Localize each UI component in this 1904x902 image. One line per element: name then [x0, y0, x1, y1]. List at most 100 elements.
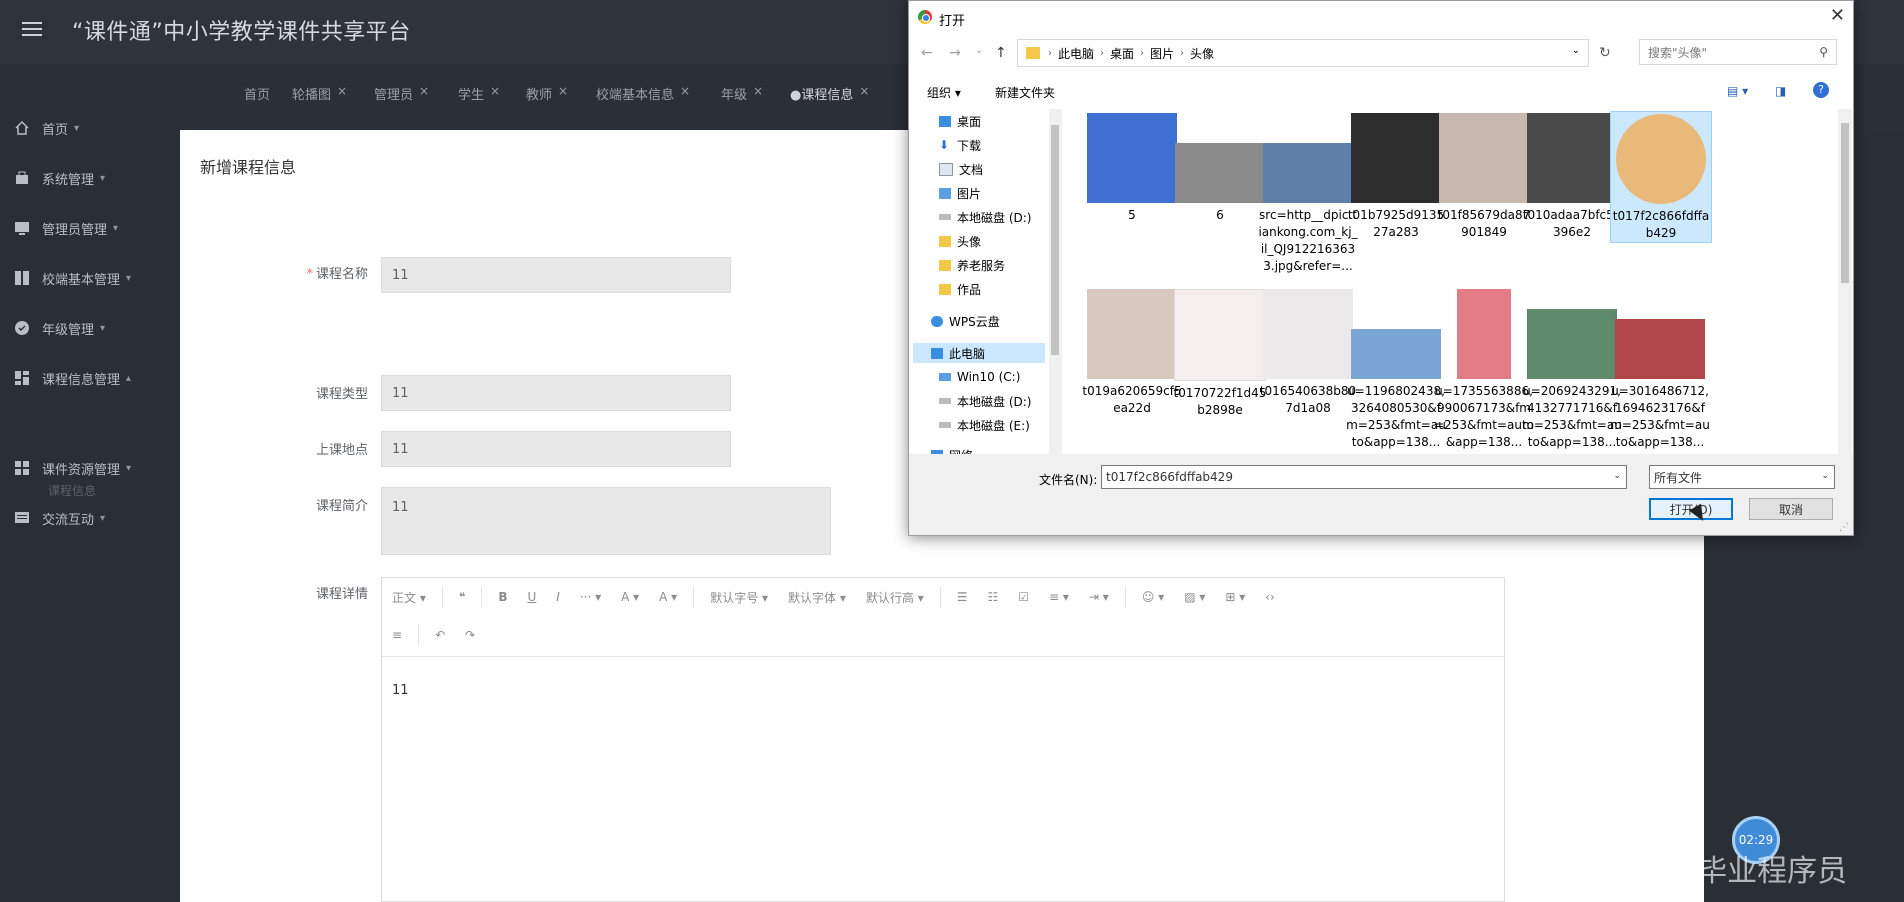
paragraph-style-select[interactable]: 正文 ▾	[392, 589, 426, 606]
back-icon[interactable]: ←	[921, 45, 933, 61]
file-item[interactable]: t010adaa7bfc5e396e2	[1522, 113, 1622, 241]
tree-item-desktop[interactable]: 桌面📌	[939, 111, 1061, 131]
new-folder-button[interactable]: 新建文件夹	[995, 84, 1055, 101]
close-icon[interactable]: ×	[558, 84, 568, 98]
tab-course-info[interactable]: ●课程信息 ×	[790, 84, 869, 103]
editor-content[interactable]: 11	[392, 683, 409, 698]
file-item[interactable]: t016540638b807d1a08	[1258, 289, 1358, 417]
location-input[interactable]: 11	[381, 431, 731, 467]
file-item[interactable]: 5	[1082, 113, 1182, 224]
file-item[interactable]: u=2069243291,4132771716&fm=253&fmt=auto&…	[1522, 289, 1622, 451]
tab-students[interactable]: 学生 ×	[458, 84, 500, 103]
tree-item-elderly[interactable]: 养老服务	[939, 255, 1061, 275]
tree-item-documents[interactable]: 文档	[939, 159, 1061, 179]
tree-item-works[interactable]: 作品	[939, 279, 1061, 299]
breadcrumb-desktop[interactable]: 桌面	[1110, 45, 1134, 62]
intro-textarea[interactable]: 11	[381, 487, 831, 555]
resize-grip-icon[interactable]: ⋰	[1839, 522, 1849, 533]
filename-input[interactable]: t017f2c866fdffab429 ⌄	[1101, 465, 1627, 489]
close-icon[interactable]: ×	[337, 84, 347, 98]
todo-icon[interactable]: ☑	[1018, 590, 1029, 604]
help-icon[interactable]: ?	[1813, 82, 1829, 98]
italic-icon[interactable]: I	[556, 590, 560, 604]
view-mode-icon[interactable]: ▤ ▾	[1727, 84, 1748, 98]
breadcrumb-avatar[interactable]: 头像	[1190, 45, 1214, 62]
tree-item-avatar[interactable]: 头像	[939, 231, 1061, 251]
bullet-list-icon[interactable]: ☰	[957, 590, 968, 604]
sidebar-item-course[interactable]: 课程信息管理 ▴	[0, 354, 180, 402]
file-item[interactable]: t01f85679da87901849	[1434, 113, 1534, 241]
close-icon[interactable]: ×	[859, 84, 869, 98]
tree-item-downloads[interactable]: ⬇ 下载	[939, 135, 1061, 155]
font-size-select[interactable]: 默认字号 ▾	[710, 589, 768, 606]
file-item-selected[interactable]: t017f2c866fdffab429	[1610, 111, 1712, 243]
tab-school-info[interactable]: 校端基本信息 ×	[596, 84, 690, 103]
underline-icon[interactable]: U	[527, 590, 536, 604]
numbered-list-icon[interactable]: ☷	[987, 590, 998, 604]
close-icon[interactable]: ×	[753, 84, 763, 98]
emoji-icon[interactable]: ☺ ▾	[1142, 590, 1164, 604]
sidebar-item-school[interactable]: 校端基本管理 ▾	[0, 254, 180, 302]
sidebar-item-grade[interactable]: 年级管理 ▾	[0, 304, 180, 352]
forward-icon[interactable]: →	[949, 45, 961, 61]
tree-item-drive-d2[interactable]: 本地磁盘 (D:)	[939, 391, 1061, 411]
tab-home[interactable]: 首页	[244, 84, 270, 103]
close-icon[interactable]: ×	[419, 84, 429, 98]
file-item[interactable]: t01b7925d913527a283	[1346, 113, 1446, 241]
tab-teachers[interactable]: 教师 ×	[526, 84, 568, 103]
file-item[interactable]: t0170722f1d45b2898e	[1170, 289, 1270, 419]
file-item[interactable]: src=http__dpic.tiankong.com_kj_il_QJ9122…	[1258, 113, 1358, 275]
sidebar-item-system[interactable]: 系统管理 ▾	[0, 154, 180, 202]
table-icon[interactable]: ⊞ ▾	[1225, 590, 1245, 604]
file-list-scrollbar[interactable]	[1838, 109, 1852, 454]
filetype-select[interactable]: 所有文件 ⌄	[1649, 465, 1835, 489]
organize-button[interactable]: 组织 ▾	[927, 84, 961, 101]
up-icon[interactable]: ↑	[995, 45, 1007, 61]
cancel-button[interactable]: 取消	[1749, 498, 1833, 520]
chevron-down-icon[interactable]: ⌄	[1613, 471, 1621, 481]
tab-grade[interactable]: 年级 ×	[721, 84, 763, 103]
tree-item-pictures[interactable]: 图片	[939, 183, 1061, 203]
font-family-select[interactable]: 默认字体 ▾	[788, 589, 846, 606]
indent-icon[interactable]: ⇥ ▾	[1089, 590, 1109, 604]
address-bar[interactable]: › 此电脑 › 桌面 › 图片 › 头像 ⌄	[1017, 39, 1589, 67]
sidebar-item-resources[interactable]: 课件资源管理 ▾	[0, 444, 180, 492]
menu-toggle-icon[interactable]	[22, 18, 42, 36]
tree-item-this-pc[interactable]: 此电脑	[913, 343, 1045, 363]
breadcrumb-this-pc[interactable]: 此电脑	[1058, 45, 1094, 62]
bg-color-icon[interactable]: A ▾	[659, 590, 677, 604]
line-height-select[interactable]: 默认行高 ▾	[866, 589, 924, 606]
tree-item-drive-c[interactable]: Win10 (C:)	[939, 367, 1061, 387]
tab-admins[interactable]: 管理员 ×	[374, 84, 429, 103]
file-item[interactable]: u=3016486712,1694623176&fm=253&fmt=auto&…	[1610, 289, 1710, 451]
undo-icon[interactable]: ↶	[435, 628, 445, 642]
tree-item-drive-e[interactable]: 本地磁盘 (E:)	[939, 415, 1061, 435]
file-item[interactable]: t019a620659cf5ea22d	[1082, 289, 1182, 417]
tree-item-network[interactable]: 网络	[931, 445, 1061, 454]
course-name-input[interactable]: 11	[381, 257, 731, 293]
file-item[interactable]: 6	[1170, 113, 1270, 224]
tree-item-drive-d[interactable]: 本地磁盘 (D:)	[939, 207, 1061, 227]
breadcrumb-pictures[interactable]: 图片	[1150, 45, 1174, 62]
code-icon[interactable]: ‹›	[1265, 590, 1275, 604]
bold-icon[interactable]: B	[498, 590, 507, 604]
address-dropdown-icon[interactable]: ⌄	[1572, 45, 1580, 56]
search-input[interactable]: 搜索"头像" ⚲	[1639, 39, 1837, 65]
more-format-icon[interactable]: ··· ▾	[580, 590, 601, 604]
sidebar-item-chat[interactable]: 交流互动 ▾	[0, 494, 180, 542]
redo-icon[interactable]: ↷	[465, 628, 475, 642]
course-type-input[interactable]: 11	[381, 375, 731, 411]
file-item[interactable]: u=1196802438,3264080530&fm=253&fmt=auto&…	[1346, 289, 1446, 451]
quote-icon[interactable]: ❝	[459, 590, 465, 604]
sidebar-item-home[interactable]: 首页 ▾	[0, 104, 180, 152]
divider-icon[interactable]: ≡	[392, 628, 402, 642]
tree-item-wps-cloud[interactable]: WPS云盘	[931, 311, 1061, 331]
file-item[interactable]: u=1735563886,990067173&fm=253&fmt=auto&a…	[1434, 289, 1534, 451]
tree-scrollbar[interactable]	[1049, 109, 1061, 454]
preview-pane-icon[interactable]: ◨	[1775, 84, 1786, 98]
tab-carousel[interactable]: 轮播图 ×	[292, 84, 347, 103]
refresh-icon[interactable]: ↻	[1599, 45, 1611, 61]
page-scrollbar[interactable]	[1890, 210, 1904, 902]
align-icon[interactable]: ≡ ▾	[1049, 590, 1069, 604]
close-icon[interactable]: ×	[490, 84, 500, 98]
